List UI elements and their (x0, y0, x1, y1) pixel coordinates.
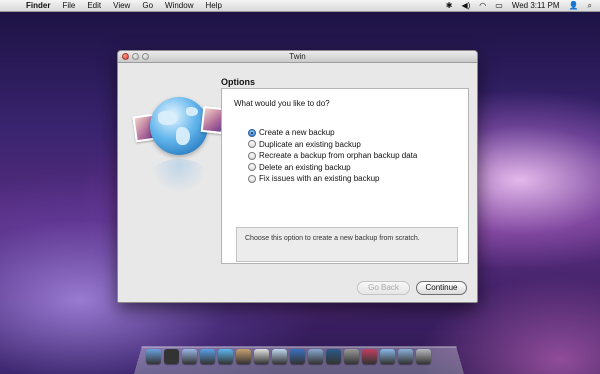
addressbook-icon[interactable] (236, 349, 251, 364)
menu-help[interactable]: Help (199, 1, 227, 10)
user-icon[interactable]: 👤 (569, 1, 579, 10)
options-radio-group: Create a new backup Duplicate an existin… (248, 127, 417, 185)
battery-icon[interactable]: ▭ (495, 1, 503, 10)
close-button[interactable] (122, 53, 129, 60)
option-label: Delete an existing backup (259, 162, 351, 172)
trash-icon[interactable] (416, 349, 431, 364)
app-icon[interactable] (362, 349, 377, 364)
bluetooth-icon[interactable]: ✱ (446, 1, 453, 10)
option-duplicate-backup[interactable]: Duplicate an existing backup (248, 139, 417, 151)
spotlight-search-icon[interactable]: ⌕ (588, 1, 592, 11)
minimize-button[interactable] (132, 53, 139, 60)
menu-edit[interactable]: Edit (81, 1, 107, 10)
menu-view[interactable]: View (107, 1, 136, 10)
question-label: What would you like to do? (234, 99, 330, 108)
radio-icon[interactable] (248, 174, 256, 183)
option-fix-issues[interactable]: Fix issues with an existing backup (248, 173, 417, 185)
option-label: Create a new backup (259, 128, 335, 138)
finder-icon[interactable] (146, 349, 161, 364)
window-titlebar[interactable]: Twin (118, 51, 477, 63)
folder-icon[interactable] (380, 349, 395, 364)
option-recreate-backup[interactable]: Recreate a backup from orphan backup dat… (248, 150, 417, 162)
twin-window: Twin Options What would you like to do? … (117, 50, 478, 303)
option-delete-backup[interactable]: Delete an existing backup (248, 162, 417, 174)
option-description: Choose this option to create a new backu… (236, 227, 458, 262)
systemprefs-icon[interactable] (344, 349, 359, 364)
radio-icon[interactable] (248, 151, 256, 160)
itunes-icon[interactable] (290, 349, 305, 364)
volume-icon[interactable]: ◀) (461, 1, 470, 10)
option-create-new-backup[interactable]: Create a new backup (248, 127, 417, 139)
options-heading: Options (221, 77, 255, 87)
radio-icon[interactable] (248, 140, 256, 149)
menu-bar: Finder File Edit View Go Window Help ✱ ◀… (0, 0, 600, 12)
menu-app-name[interactable]: Finder (22, 1, 56, 10)
menu-file[interactable]: File (56, 1, 81, 10)
continue-button[interactable]: Continue (416, 281, 467, 295)
window-title: Twin (289, 52, 306, 61)
dashboard-icon[interactable] (164, 349, 179, 364)
radio-icon[interactable] (248, 163, 256, 172)
menu-go[interactable]: Go (136, 1, 159, 10)
timemachine-icon[interactable] (326, 349, 341, 364)
ical-icon[interactable] (254, 349, 269, 364)
dock-icons (146, 349, 431, 364)
downloads-icon[interactable] (398, 349, 413, 364)
preview-icon[interactable] (272, 349, 287, 364)
menu-window[interactable]: Window (159, 1, 199, 10)
safari-icon[interactable] (200, 349, 215, 364)
option-label: Duplicate an existing backup (259, 139, 361, 149)
radio-selected-icon[interactable] (248, 128, 256, 137)
mail-icon[interactable] (182, 349, 197, 364)
option-label: Fix issues with an existing backup (259, 174, 380, 184)
options-panel: What would you like to do? Create a new … (221, 88, 469, 264)
option-label: Recreate a backup from orphan backup dat… (259, 151, 418, 161)
menu-clock[interactable]: Wed 3:11 PM (512, 1, 560, 10)
zoom-button[interactable] (142, 53, 149, 60)
go-back-button[interactable]: Go Back (357, 281, 410, 295)
ichat-icon[interactable] (218, 349, 233, 364)
iphoto-icon[interactable] (308, 349, 323, 364)
twin-logo-icon (130, 93, 226, 203)
wifi-icon[interactable]: ◠ (479, 1, 486, 10)
